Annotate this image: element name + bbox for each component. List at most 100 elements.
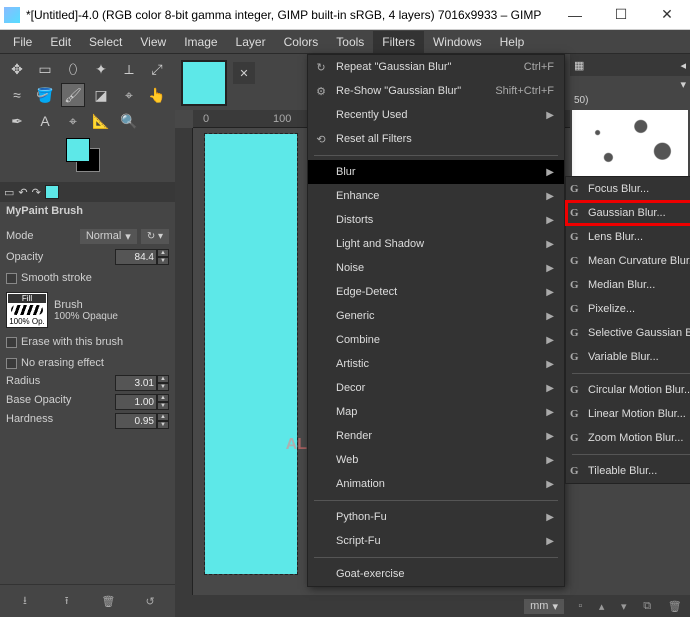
maximize-button[interactable]: ☐ [598,0,644,29]
filters-item-light-and-shadow[interactable]: Light and Shadow▶ [308,232,564,256]
submenu-item-label: Pixelize... [588,303,635,315]
image-tab[interactable] [181,60,227,106]
mode-select[interactable]: Normal▾ [80,229,137,244]
radius-spinner[interactable]: ▲▼ [115,375,169,391]
menu-filters[interactable]: Filters [373,31,424,53]
tab-color-icon[interactable] [45,185,59,199]
filters-item-distorts[interactable]: Distorts▶ [308,208,564,232]
tool-warp[interactable]: ≈ [6,84,28,106]
close-button[interactable]: ✕ [644,0,690,29]
menu-edit[interactable]: Edit [41,31,80,53]
menu-windows[interactable]: Windows [424,31,491,53]
tool-picker[interactable]: ⌖ [62,110,84,132]
tab-icon[interactable]: ↷ [32,186,41,199]
brush-thumbnail[interactable]: 100% Op. [6,292,48,328]
mode-reset[interactable]: ↻ ▾ [141,229,169,244]
layer-dup-icon[interactable]: ⧉ [643,600,651,613]
menu-tools[interactable]: Tools [327,31,373,53]
baseop-spinner[interactable]: ▲▼ [115,394,169,410]
unit-select[interactable]: mm▾ [524,599,564,614]
save-options-icon[interactable]: ⭳ [14,591,36,611]
layer-new-icon[interactable]: ▫ [578,600,582,612]
tool-smudge[interactable]: 👆 [146,84,168,106]
tool-move[interactable]: ✥ [6,58,28,80]
menu-select[interactable]: Select [80,31,131,53]
layer-up-icon[interactable]: ▴ [599,600,605,613]
tool-measure[interactable]: 📐 [90,110,112,132]
dock-menu-icon[interactable]: ◂ [680,59,686,72]
menu-view[interactable]: View [131,31,175,53]
filters-item-decor[interactable]: Decor▶ [308,376,564,400]
filters-item-noise[interactable]: Noise▶ [308,256,564,280]
tool-crop[interactable]: ⟂ [118,58,140,80]
filters-item-artistic[interactable]: Artistic▶ [308,352,564,376]
filters-item-repeat-gaussian-blur-[interactable]: ↻Repeat "Gaussian Blur"Ctrl+F [308,55,564,79]
menu-image[interactable]: Image [175,31,226,53]
filters-item-reset-all-filters[interactable]: ⟲Reset all Filters [308,127,564,151]
delete-options-icon[interactable]: 🗑 [97,591,119,611]
tool-transform[interactable]: ⤢ [146,58,168,80]
noerase-checkbox[interactable] [6,358,17,369]
opacity-input[interactable] [115,249,157,265]
tool-bucket[interactable]: 🪣 [34,84,56,106]
blur-item-lens-blur-[interactable]: GLens Blur... [566,225,690,249]
tool-fuzzy-select[interactable]: ✦ [90,58,112,80]
filters-item-recently-used[interactable]: Recently Used▶ [308,103,564,127]
layer-down-icon[interactable]: ▾ [621,600,627,613]
blur-item-median-blur-[interactable]: GMedian Blur... [566,273,690,297]
tool-zoom[interactable]: 🔍 [118,110,140,132]
brushes-tab-icon[interactable]: ▦ [574,59,584,72]
tab-close-icon[interactable]: ✕ [233,62,255,84]
filters-item-edge-detect[interactable]: Edge-Detect▶ [308,280,564,304]
canvas[interactable]: AL [205,134,297,574]
tool-rect-select[interactable]: ▭ [34,58,56,80]
color-swatches[interactable] [66,138,106,178]
blur-item-variable-blur-[interactable]: GVariable Blur... [566,345,690,369]
blur-item-pixelize-[interactable]: GPixelize... [566,297,690,321]
menu-file[interactable]: File [4,31,41,53]
filters-item-enhance[interactable]: Enhance▶ [308,184,564,208]
tool-mypaint-brush[interactable]: 🖌 [62,84,84,106]
menu-layer[interactable]: Layer [227,31,275,53]
menu-colors[interactable]: Colors [275,31,328,53]
smooth-checkbox[interactable] [6,273,17,284]
tool-free-select[interactable]: ⬯ [62,58,84,80]
erase-checkbox[interactable] [6,337,17,348]
menu-help[interactable]: Help [491,31,534,53]
filters-item-blur[interactable]: Blur▶ [308,160,564,184]
blur-item-zoom-motion-blur-[interactable]: GZoom Motion Blur... [566,426,690,450]
brush-grid[interactable] [572,110,688,180]
tool-clone[interactable]: ⌖ [118,84,140,106]
reset-options-icon[interactable]: ↺ [139,591,161,611]
tool-eraser[interactable]: ◪ [90,84,112,106]
minimize-button[interactable]: — [552,0,598,29]
filters-item-animation[interactable]: Animation▶ [308,472,564,496]
tab-icon[interactable]: ↶ [18,186,27,199]
fg-color[interactable] [66,138,90,162]
filters-item-map[interactable]: Map▶ [308,400,564,424]
restore-options-icon[interactable]: ⭱ [56,591,78,611]
blur-item-gaussian-blur-[interactable]: GGaussian Blur... [566,201,690,225]
filters-item-re-show-gaussian-blur-[interactable]: ⚙Re-Show "Gaussian Blur"Shift+Ctrl+F [308,79,564,103]
filters-item-goat-exercise[interactable]: Goat-exercise [308,562,564,586]
opacity-spinner[interactable]: ▲▼ [115,249,169,265]
blur-item-focus-blur-[interactable]: GFocus Blur... [566,177,690,201]
filters-item-render[interactable]: Render▶ [308,424,564,448]
filters-item-web[interactable]: Web▶ [308,448,564,472]
hardness-spinner[interactable]: ▲▼ [115,413,169,429]
tool-path[interactable]: ✒ [6,110,28,132]
filters-item-script-fu[interactable]: Script-Fu▶ [308,529,564,553]
blur-item-circular-motion-blur-[interactable]: GCircular Motion Blur... [566,378,690,402]
blur-item-linear-motion-blur-[interactable]: GLinear Motion Blur... [566,402,690,426]
filters-item-python-fu[interactable]: Python-Fu▶ [308,505,564,529]
app-icon [4,7,20,23]
menu-item-label: Noise [336,262,364,274]
tab-icon[interactable]: ▭ [4,186,14,199]
blur-item-selective-gaussian-blur-[interactable]: GSelective Gaussian Blur... [566,321,690,345]
tool-text[interactable]: A [34,110,56,132]
layer-del-icon[interactable]: 🗑 [668,600,682,613]
filters-item-generic[interactable]: Generic▶ [308,304,564,328]
filters-item-combine[interactable]: Combine▶ [308,328,564,352]
blur-item-tileable-blur-[interactable]: GTileable Blur... [566,459,690,483]
blur-item-mean-curvature-blur-[interactable]: GMean Curvature Blur... [566,249,690,273]
